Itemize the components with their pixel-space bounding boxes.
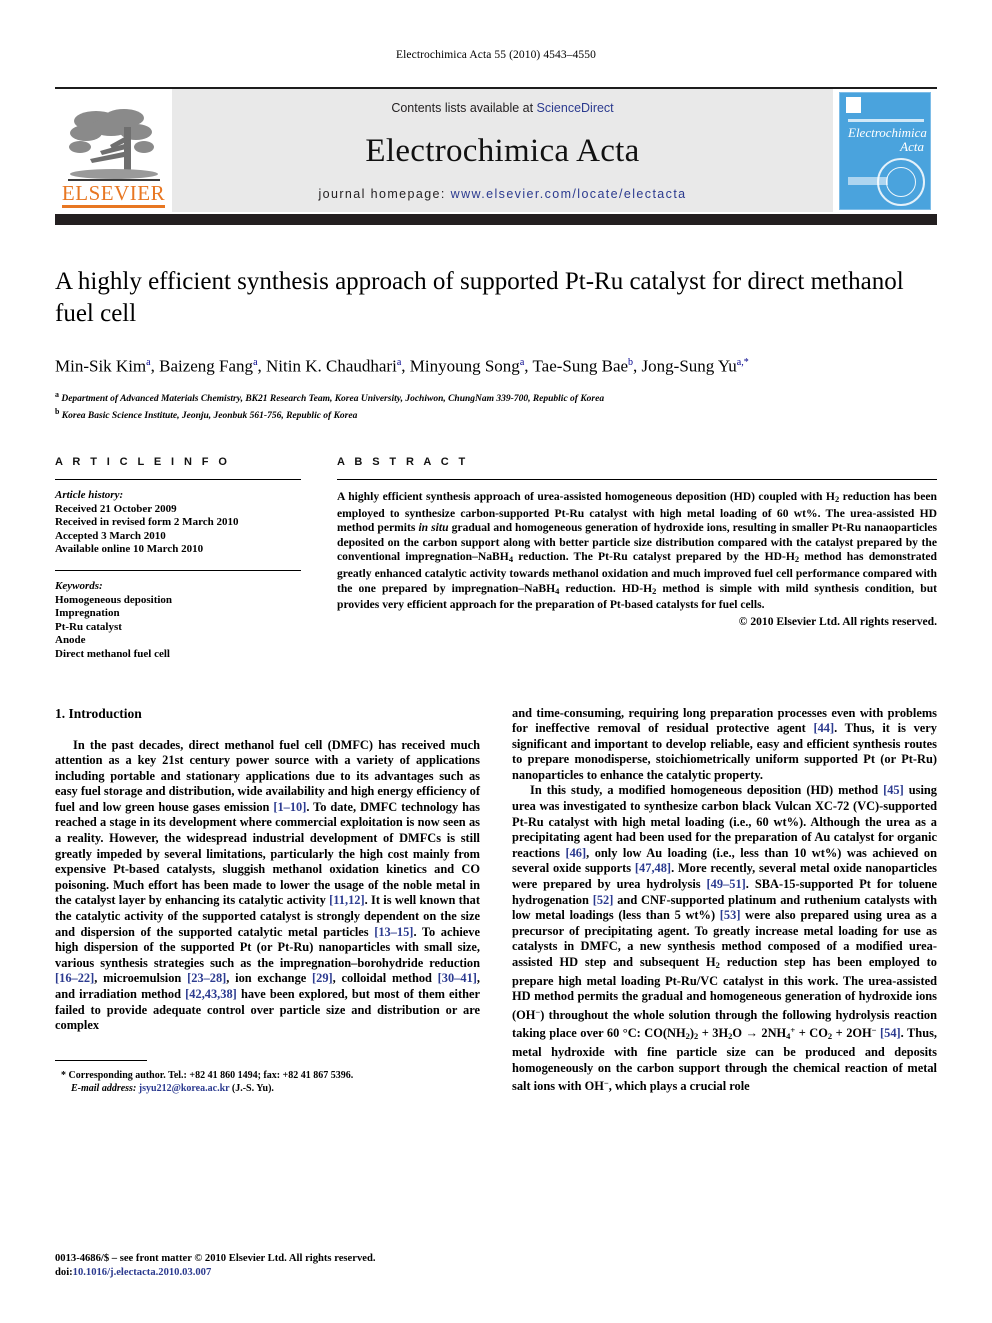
history-item: Available online 10 March 2010 [55,543,204,556]
affiliation-a: a Department of Advanced Materials Chemi… [55,389,937,406]
footnote-rule [55,1059,147,1061]
article-info-column: A R T I C L E I N F O Article history: R… [55,456,301,662]
body-column-left: 1. Introduction In the past decades, dir… [55,706,480,1095]
paragraph: and time-consuming, requiring long prepa… [512,705,937,782]
elsevier-logo: ELSEVIER [55,89,172,212]
paragraph: In this study, a modified homogeneous de… [512,783,938,1094]
footnote-line-2: E-mail address: jsyu212@korea.ac.kr (J.-… [55,1082,480,1095]
body-columns: 1. Introduction In the past decades, dir… [55,706,937,1095]
affiliation-marker-a: a [55,389,59,399]
author-list: Min-Sik Kima, Baizeng Fanga, Nitin K. Ch… [55,356,749,376]
body-column-right: and time-consuming, requiring long prepa… [512,706,937,1095]
journal-homepage-link[interactable]: www.elsevier.com/locate/electacta [451,187,687,201]
page-title: A highly efficient synthesis approach of… [55,268,904,327]
abstract-heading: A B S T R A C T [337,455,469,468]
contents-lists-line: Contents lists available at ScienceDirec… [391,101,613,115]
cover-title-line1: Electrochimica [848,124,927,140]
history-item: Received in revised form 2 March 2010 [55,516,239,529]
doi-label: doi: [55,1266,73,1278]
journal-masthead: ELSEVIER Contents lists available at Sci… [55,87,937,212]
email-owner-text: (J.-S. Yu). [231,1082,274,1094]
sciencedirect-link[interactable]: ScienceDirect [537,101,614,115]
email-address-link[interactable]: jsyu212@korea.ac.kr [139,1083,230,1094]
info-abstract-region: A R T I C L E I N F O Article history: R… [55,456,937,662]
article-info-rule [55,478,301,480]
cover-image: Electrochimica Acta [839,91,931,210]
cover-title-text: Electrochimica Acta [848,124,927,154]
article-page: Electrochimica Acta 55 (2010) 4543–4550 [0,0,992,1323]
elsevier-wordmark: ELSEVIER [61,183,166,208]
keywords-block: Keywords: Homogeneous deposition Impregn… [55,580,301,662]
keyword-item: Anode [55,634,86,647]
ise-seal-icon [877,157,925,206]
cover-title-line2: Acta [900,138,924,154]
corresponding-author-text: Corresponding author. Tel.: +82 41 860 1… [68,1069,354,1081]
masthead-center: Contents lists available at ScienceDirec… [172,89,833,212]
abstract-column: A B S T R A C T A highly efficient synth… [337,456,937,662]
issn-copyright-line: 0013-4686/$ – see front matter © 2010 El… [55,1253,376,1264]
abstract-text: A highly efficient synthesis approach of… [337,489,938,612]
affiliation-b-text: Korea Basic Science Institute, Jeonju, J… [61,411,358,422]
keyword-item: Impregnation [55,607,120,620]
paragraph: In the past decades, direct methanol fue… [55,737,481,1033]
article-info-heading: A R T I C L E I N F O [55,455,231,468]
history-item: Accepted 3 March 2010 [55,529,166,542]
history-item: Received 21 October 2009 [55,502,177,515]
doi-line: doi:10.1016/j.electacta.2010.03.007 [55,1266,375,1280]
doi-link[interactable]: 10.1016/j.electacta.2010.03.007 [73,1267,212,1278]
elsevier-tree-icon [67,109,160,181]
abstract-rule [337,478,937,480]
keywords-label: Keywords: [55,579,103,592]
keywords-rule [55,569,301,571]
cover-banner-strip [848,118,924,122]
journal-homepage-line: journal homepage: www.elsevier.com/locat… [318,187,686,201]
article-history-block: Article history: Received 21 October 200… [55,489,301,557]
section-heading-introduction: 1. Introduction [55,705,142,721]
keyword-item: Direct methanol fuel cell [55,647,170,660]
email-address-label: E-mail address: [71,1082,137,1094]
corresponding-author-footnote: * Corresponding author. Tel.: +82 41 860… [55,1059,480,1095]
keyword-item: Homogeneous deposition [55,593,173,606]
footnote-line-1: * Corresponding author. Tel.: +82 41 860… [55,1069,480,1082]
article-history-label: Article history: [55,488,124,501]
affiliation-marker-b: b [55,407,60,417]
homepage-prefix-text: journal homepage: [318,187,446,201]
affiliation-b: b Korea Basic Science Institute, Jeonju,… [55,406,937,423]
page-footer: 0013-4686/$ – see front matter © 2010 El… [55,1252,375,1279]
journal-cover-thumbnail: Electrochimica Acta [833,89,937,212]
keyword-item: Pt-Ru catalyst [55,620,122,633]
cover-elsevier-mark-icon [846,96,861,113]
running-head: Electrochimica Acta 55 (2010) 4543–4550 [396,49,596,61]
footnote-asterisk-icon: * [61,1069,66,1081]
contents-prefix-text: Contents lists available at [391,101,537,115]
journal-title: Electrochimica Acta [365,132,640,169]
affiliation-a-text: Department of Advanced Materials Chemist… [61,393,605,404]
masthead-dark-band [55,214,937,225]
abstract-copyright: © 2010 Elsevier Ltd. All rights reserved… [738,614,937,628]
